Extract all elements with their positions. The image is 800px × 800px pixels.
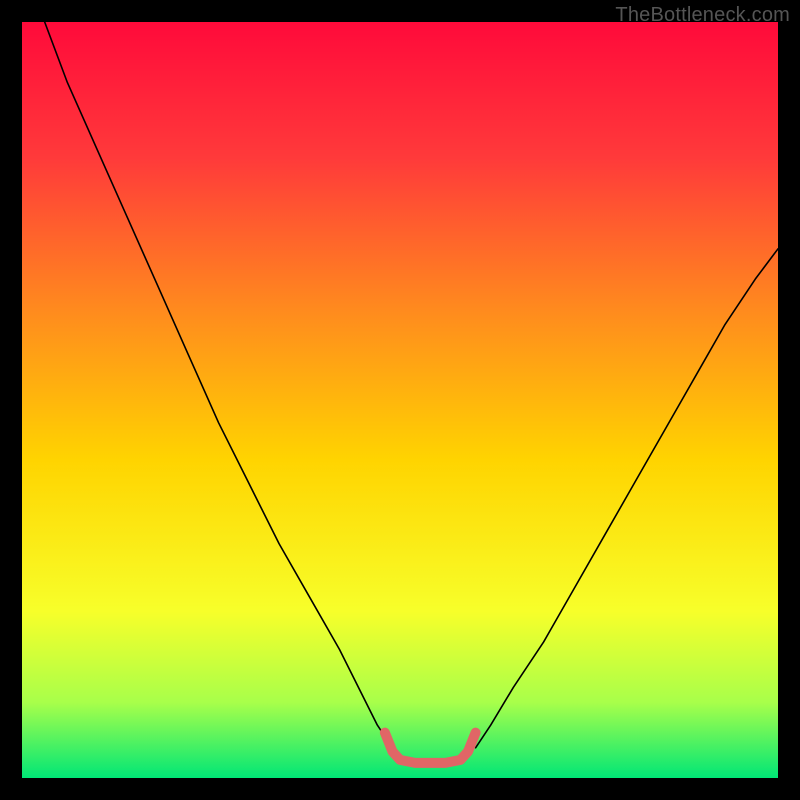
chart-frame: TheBottleneck.com [0,0,800,800]
gradient-background [22,22,778,778]
watermark-text: TheBottleneck.com [615,4,790,27]
bottleneck-chart [22,22,778,778]
plot-area [22,22,778,778]
